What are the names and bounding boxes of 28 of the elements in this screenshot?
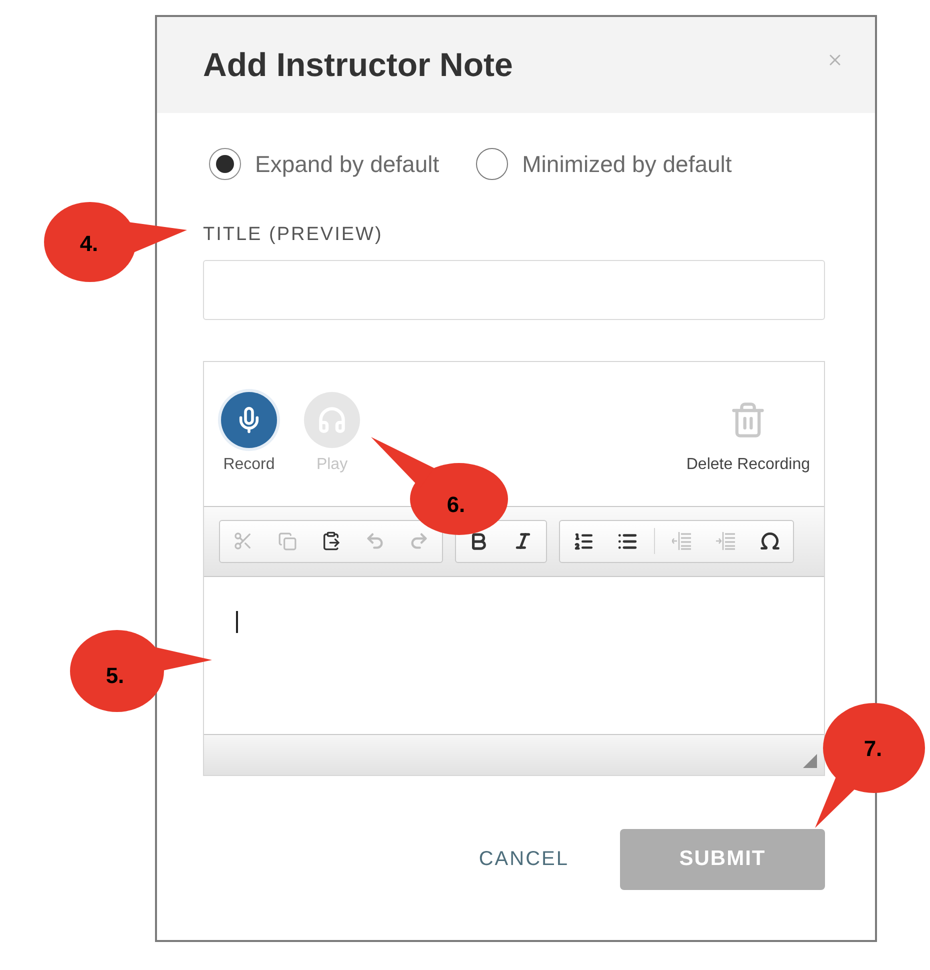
outdent-icon [672, 532, 692, 550]
callout-number: 7. [864, 738, 882, 760]
callout-number: 6. [446, 494, 466, 516]
scissors-icon [233, 531, 253, 551]
dialog-title: Add Instructor Note [203, 45, 513, 86]
radio-button[interactable] [209, 148, 241, 180]
bold-icon [472, 532, 486, 550]
microphone-icon [221, 392, 277, 448]
callout-number: 4. [80, 233, 98, 255]
copy-icon [278, 532, 296, 550]
radio-button[interactable] [476, 148, 508, 180]
cancel-button[interactable]: CANCEL [462, 828, 585, 890]
title-input[interactable] [203, 260, 825, 320]
field-label: TITLE (PREVIEW) [203, 224, 383, 246]
radio-label: Minimized by default [522, 150, 732, 179]
omega-icon [759, 530, 781, 552]
text-cursor-icon [236, 610, 238, 632]
clipboard-icon [321, 531, 341, 551]
redo-icon [409, 531, 429, 551]
record-button[interactable]: Record [215, 392, 283, 506]
delete-recording-button[interactable]: Delete Recording [686, 392, 810, 506]
callout-number: 5. [106, 665, 124, 687]
numbered-list-icon [572, 530, 594, 552]
resize-grip-icon[interactable] [803, 754, 817, 768]
indent-icon [716, 532, 736, 550]
radio-label: Expand by default [255, 150, 440, 179]
italic-icon [513, 531, 533, 551]
undo-icon [365, 531, 385, 551]
